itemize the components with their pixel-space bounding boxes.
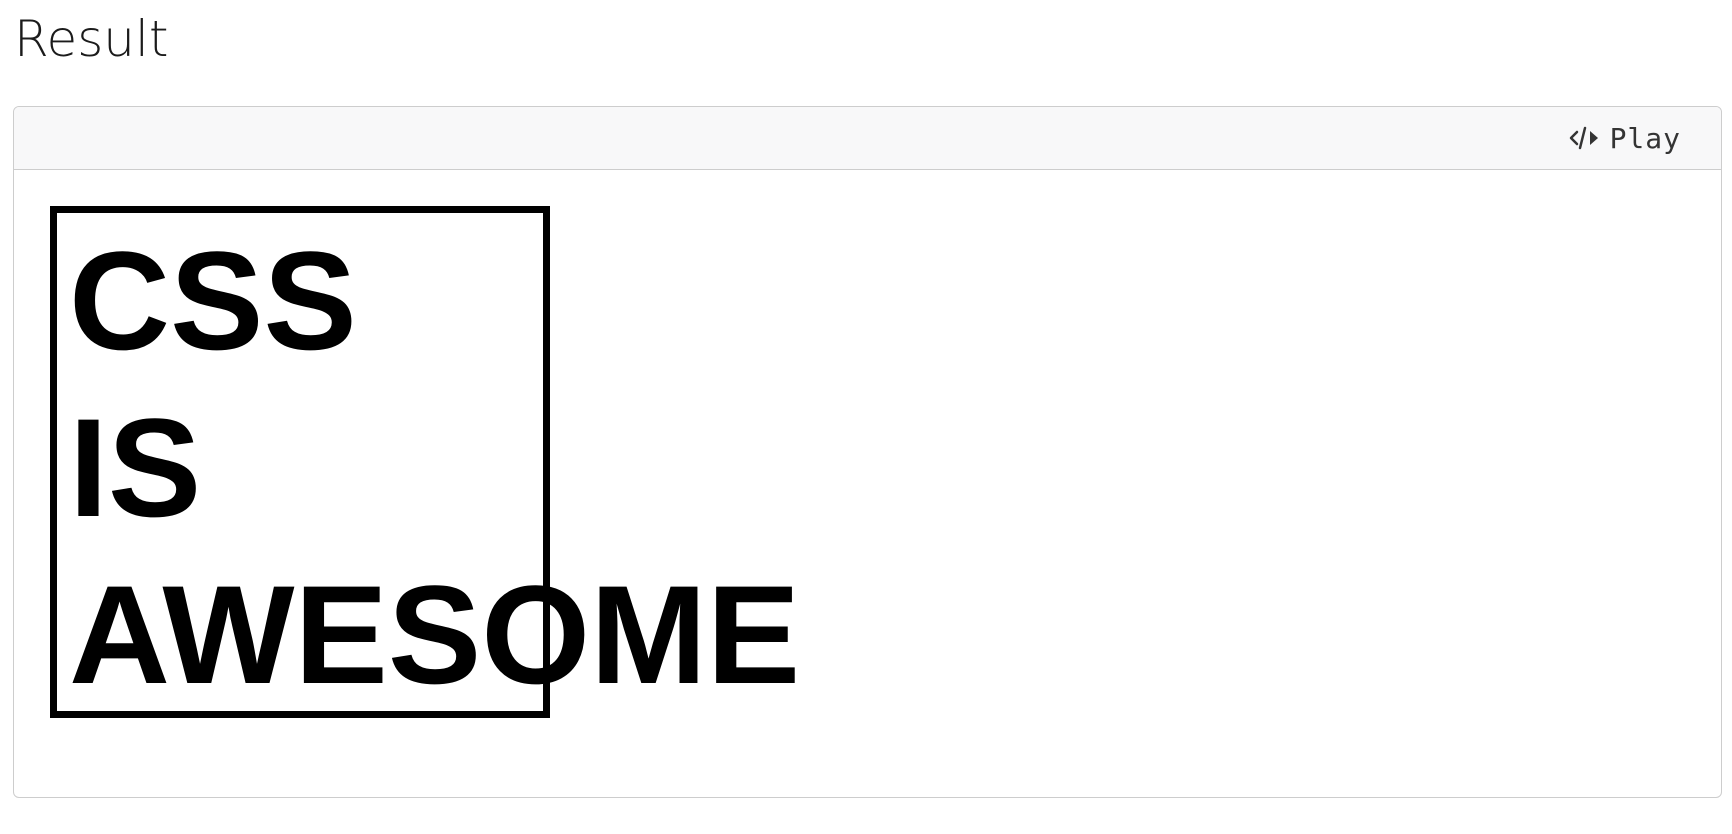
text-line-is: IS bbox=[69, 389, 202, 546]
example-toolbar: Play bbox=[14, 107, 1721, 170]
bordered-box: CSS IS AWESOME bbox=[50, 206, 800, 718]
live-example-frame: Play CSS IS AWESOME bbox=[13, 106, 1722, 798]
box-text: CSS IS AWESOME bbox=[69, 217, 800, 718]
play-label: Play bbox=[1609, 121, 1681, 155]
code-play-icon bbox=[1568, 125, 1602, 151]
section-title: Result bbox=[14, 10, 169, 68]
text-line-css: CSS bbox=[69, 222, 357, 379]
play-button[interactable]: Play bbox=[1568, 121, 1681, 155]
text-line-awesome: AWESOME bbox=[69, 556, 801, 713]
example-output: CSS IS AWESOME bbox=[14, 170, 1721, 797]
